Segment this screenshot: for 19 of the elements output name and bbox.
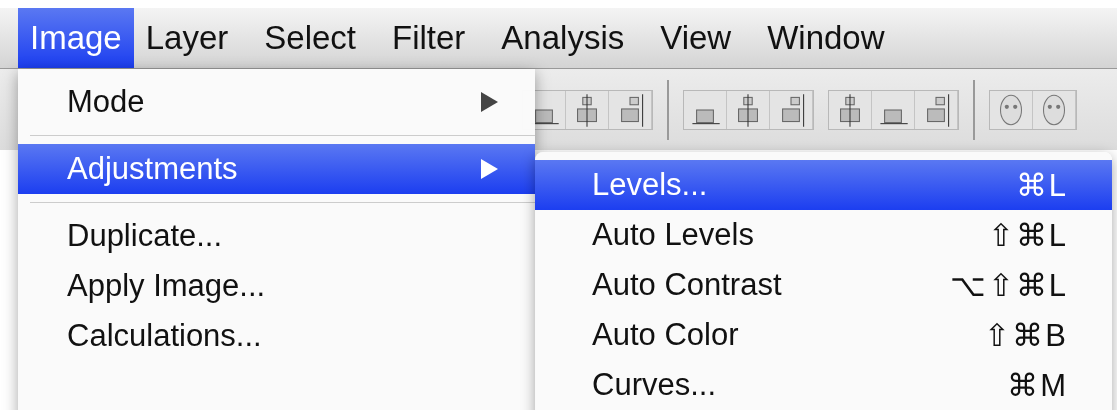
menu-title[interactable]: View: [648, 8, 744, 68]
menu-item[interactable]: Curves... ⌘M: [535, 360, 1112, 410]
menu-title[interactable]: Filter: [380, 8, 478, 68]
menu-item[interactable]: Auto Levels ⇧⌘L: [535, 210, 1112, 260]
menu-item[interactable]: Auto Contrast ⌥⇧⌘L: [535, 260, 1112, 310]
menu-item[interactable]: Apply Image...: [18, 261, 535, 311]
menu-item[interactable]: Auto Color ⇧⌘B: [535, 310, 1112, 360]
menu-title[interactable]: Select: [252, 8, 368, 68]
menu-title[interactable]: Layer: [133, 8, 241, 68]
menu-item[interactable]: Adjustments: [18, 144, 535, 194]
menu-item[interactable]: Mode: [18, 77, 535, 127]
menu-item[interactable]: Calculations...: [18, 311, 535, 361]
menu-item[interactable]: Duplicate...: [18, 211, 535, 261]
submenu-arrow-icon: [479, 158, 499, 180]
menu-title[interactable]: Image: [18, 8, 134, 68]
menu-title[interactable]: Window: [755, 8, 897, 68]
submenu-arrow-icon: [479, 91, 499, 113]
menu-item[interactable]: Levels... ⌘L: [535, 160, 1112, 210]
menu-title[interactable]: Analysis: [489, 8, 637, 68]
